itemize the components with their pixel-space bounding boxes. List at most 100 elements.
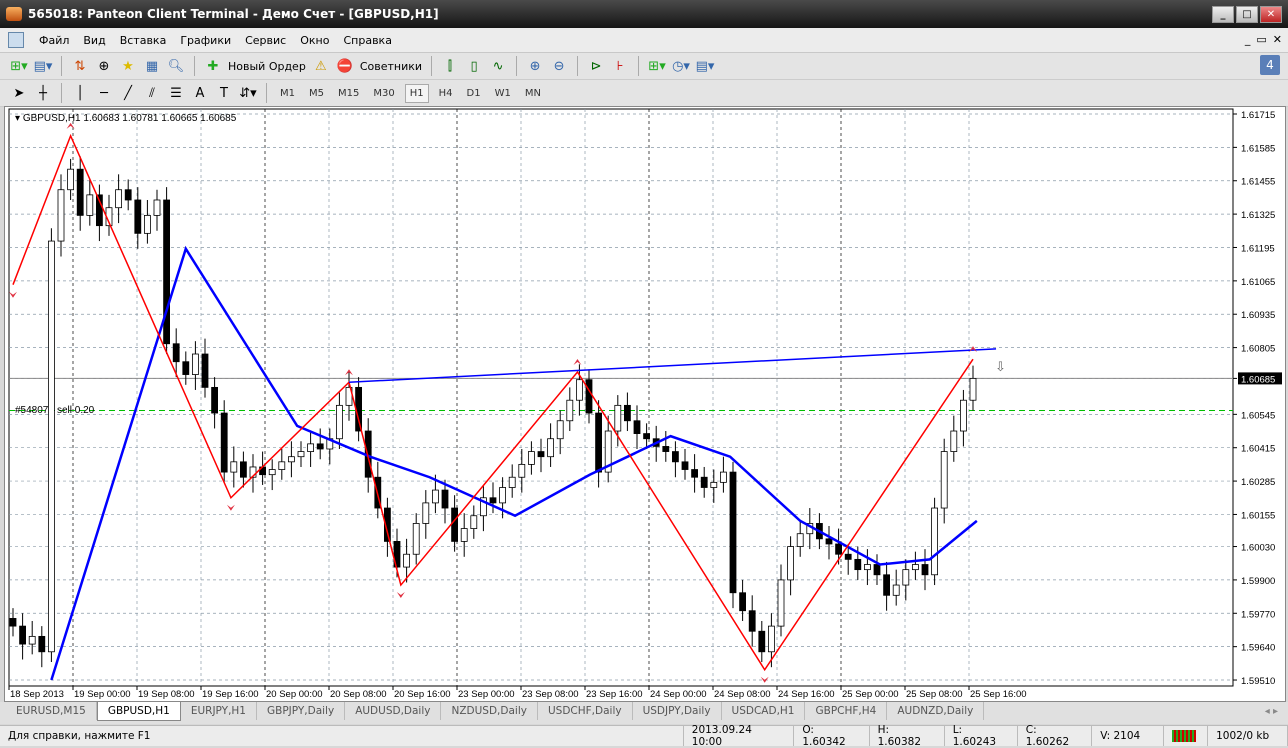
cursor-icon[interactable]: ➤ (10, 84, 28, 102)
chart-window[interactable]: ⇩ 1.61715 1.61585 1.61455 1.61325 1.61195 1.6… (4, 106, 1286, 702)
zoom-out-icon[interactable]: ⊖ (550, 57, 568, 75)
autoscroll-icon[interactable]: ⊳ (587, 57, 605, 75)
menu-charts[interactable]: Графики (173, 34, 238, 47)
maximize-button[interactable]: □ (1236, 6, 1258, 23)
time-tick-label: 24 Sep 00:00 (650, 689, 707, 700)
equidistant-channel-icon[interactable]: ⫽ (143, 84, 161, 102)
terminal-icon[interactable]: ▦ (143, 57, 161, 75)
time-tick-label: 24 Sep 08:00 (714, 689, 771, 700)
price-tick-label: 1.59510 (1241, 676, 1275, 687)
new-order-icon[interactable]: ✚ (204, 57, 222, 75)
candle (729, 471, 737, 594)
experts-icon[interactable]: ⛔ (336, 57, 354, 75)
menu-file[interactable]: Файл (32, 34, 76, 47)
menu-help[interactable]: Справка (336, 34, 398, 47)
candle (700, 476, 708, 488)
notifications-badge[interactable]: 4 (1260, 55, 1280, 75)
chart-tab[interactable]: GBPJPY,Daily (257, 702, 346, 720)
timeframe-m1[interactable]: M1 (276, 85, 299, 102)
templates-icon[interactable]: ▤▾ (696, 57, 715, 75)
candle (201, 353, 209, 388)
fibonacci-icon[interactable]: ☰ (167, 84, 185, 102)
candle (191, 353, 199, 375)
order-id-label: #54807 (15, 405, 49, 416)
timeframe-m5[interactable]: M5 (305, 85, 328, 102)
chart-shift-icon[interactable]: ⊦ (611, 57, 629, 75)
timeframe-m15[interactable]: M15 (334, 85, 363, 102)
candle (528, 451, 535, 465)
chart-tab[interactable]: EURJPY,H1 (181, 702, 257, 720)
price-tick-label: 1.60415 (1241, 444, 1275, 455)
chart-tab[interactable]: USDCAD,H1 (722, 702, 806, 720)
price-chart[interactable]: ⇩ 1.61715 1.61585 1.61455 1.61325 1.61195 1.6… (1, 107, 1288, 703)
arrows-icon[interactable]: ⇵▾ (239, 84, 257, 102)
price-tick-label: 1.60805 (1241, 344, 1275, 355)
candle (124, 189, 132, 201)
candle (768, 625, 775, 653)
separator (577, 56, 579, 76)
trendline-icon[interactable]: ╱ (119, 84, 137, 102)
mdi-close-button[interactable]: ✕ (1273, 33, 1282, 46)
candle (403, 553, 411, 568)
crosshair-tool-icon[interactable]: ┼ (34, 84, 52, 102)
horizontal-line-icon[interactable]: ─ (95, 84, 113, 102)
tab-scroll-arrows[interactable]: ◂ ▸ (1265, 706, 1278, 717)
timeframe-mn[interactable]: MN (521, 85, 545, 102)
chart-tab[interactable]: EURUSD,M15 (6, 702, 97, 720)
candlestick-icon[interactable]: ▯ (465, 57, 483, 75)
timeframe-h1[interactable]: H1 (404, 83, 429, 103)
vertical-line-icon[interactable]: │ (71, 84, 89, 102)
candle (489, 497, 497, 504)
timeframe-h4[interactable]: H4 (435, 85, 457, 102)
close-button[interactable]: ✕ (1260, 6, 1282, 23)
line-chart-icon[interactable]: ∿ (489, 57, 507, 75)
tester-icon[interactable]: 🔍︎ (167, 57, 185, 75)
status-open: O: 1.60342 (794, 724, 870, 748)
crosshair-icon[interactable]: ⊕ (95, 57, 113, 75)
chart-tab[interactable]: GBPUSD,H1 (96, 702, 181, 721)
menu-tools[interactable]: Сервис (238, 34, 293, 47)
candle (86, 194, 94, 216)
chart-tab[interactable]: AUDNZD,Daily (887, 702, 985, 720)
candle (38, 635, 46, 653)
metaeditor-icon[interactable]: ⚠ (312, 57, 330, 75)
bar-chart-icon[interactable]: ⫿ (441, 57, 459, 75)
new-order-button[interactable]: Новый Ордер (228, 60, 306, 73)
mdi-restore-button[interactable]: ▭ (1256, 33, 1266, 46)
chart-tab[interactable]: AUDUSD,Daily (345, 702, 442, 720)
time-tick-label: 19 Sep 16:00 (202, 689, 259, 700)
navigator-icon[interactable]: ★ (119, 57, 137, 75)
status-bar: Для справки, нажмите F1 2013.09.24 10:00… (0, 724, 1288, 748)
menu-window[interactable]: Окно (293, 34, 336, 47)
candle (547, 438, 554, 458)
chart-window-icon[interactable] (8, 32, 24, 48)
text-icon[interactable]: A (191, 84, 209, 102)
indicators-icon[interactable]: ⊞▾ (648, 57, 666, 75)
mdi-minimize-button[interactable]: _ (1245, 33, 1251, 46)
separator (61, 83, 62, 103)
app-icon (6, 7, 22, 21)
timeframe-w1[interactable]: W1 (491, 85, 515, 102)
menu-view[interactable]: Вид (76, 34, 112, 47)
candle (643, 433, 650, 440)
text-label-icon[interactable]: T (215, 84, 233, 102)
new-chart-icon[interactable]: ⊞▾ (10, 57, 28, 75)
zoom-in-icon[interactable]: ⊕ (526, 57, 544, 75)
menu-insert[interactable]: Вставка (113, 34, 174, 47)
chart-tab[interactable]: NZDUSD,Daily (441, 702, 538, 720)
candle (441, 489, 449, 509)
chart-tab[interactable]: GBPCHF,H4 (805, 702, 888, 720)
minimize-button[interactable]: _ (1212, 6, 1234, 23)
timeframe-m30[interactable]: M30 (369, 85, 398, 102)
time-tick-label: 23 Sep 08:00 (522, 689, 579, 700)
candle (57, 189, 65, 242)
timeframe-d1[interactable]: D1 (463, 85, 485, 102)
chart-tab[interactable]: USDJPY,Daily (633, 702, 722, 720)
status-close: C: 1.60262 (1018, 724, 1093, 748)
profiles-icon[interactable]: ▤▾ (34, 57, 53, 75)
chart-tab[interactable]: USDCHF,Daily (538, 702, 633, 720)
periods-icon[interactable]: ◷▾ (672, 57, 690, 75)
time-tick-label: 19 Sep 08:00 (138, 689, 195, 700)
market-watch-icon[interactable]: ⇅ (71, 57, 89, 75)
experts-button[interactable]: Советники (360, 60, 422, 73)
